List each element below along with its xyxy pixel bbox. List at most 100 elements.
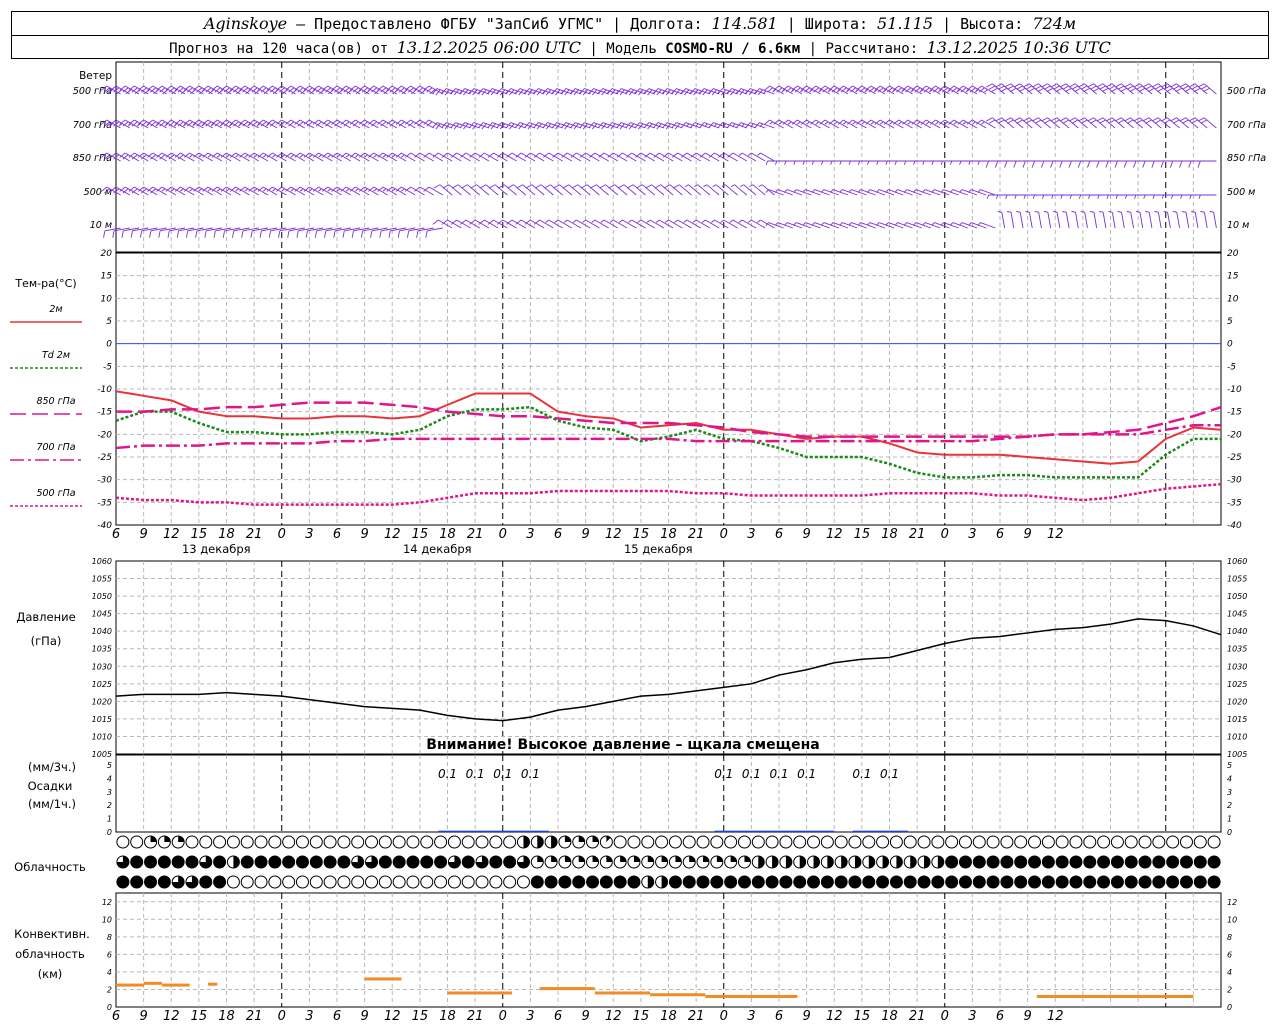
cloud-symbol-2-19 bbox=[378, 875, 392, 889]
cloud-symbol-1-56 bbox=[889, 855, 903, 869]
cloud-symbol-1-57 bbox=[903, 855, 917, 869]
temp-y-tick-right--30: -30 bbox=[1227, 476, 1242, 486]
conv-x-tick-57: 15 bbox=[633, 1009, 650, 1024]
cloud-symbol-0-46 bbox=[751, 835, 765, 849]
cloud-symbol-1-50 bbox=[807, 855, 821, 869]
cloud-symbol-1-38 bbox=[641, 855, 655, 869]
wind-barb-1-107 bbox=[1087, 117, 1107, 129]
pressure-y-tick-right-1030: 1030 bbox=[1227, 662, 1247, 671]
cloud-symbol-0-52 bbox=[834, 835, 848, 849]
conv-x-tick-45: 3 bbox=[526, 1009, 534, 1024]
cloud-symbol-2-75 bbox=[1152, 875, 1166, 889]
precip-title: Осадки bbox=[28, 779, 73, 793]
cloud-symbol-1-29 bbox=[516, 855, 530, 869]
wind-barb-2-78 bbox=[821, 160, 839, 165]
wind-level-label-right-2: 850 гПа bbox=[1227, 153, 1266, 164]
pressure-y-tick-right-1025: 1025 bbox=[1227, 680, 1247, 689]
wind-barb-4-34 bbox=[416, 227, 434, 238]
cloud-symbol-1-40 bbox=[668, 855, 682, 869]
cloud-symbol-0-25 bbox=[461, 835, 475, 849]
temp-y-tick-right--25: -25 bbox=[1227, 453, 1242, 463]
conv-x-tick-81: 15 bbox=[854, 1009, 871, 1024]
pressure-y-tick-left-1025: 1025 bbox=[92, 680, 112, 689]
wind-barb-4-117 bbox=[1191, 211, 1199, 229]
precip-ylabel-bottom: (мм/1ч.) bbox=[28, 797, 76, 811]
cloud-symbol-2-3 bbox=[157, 875, 171, 889]
cloud-symbol-0-37 bbox=[627, 835, 641, 849]
pressure-y-tick-right-1005: 1005 bbox=[1227, 750, 1247, 759]
cloud-symbol-0-57 bbox=[903, 835, 917, 849]
cloud-symbol-1-41 bbox=[682, 855, 696, 869]
wind-barb-2-95 bbox=[977, 160, 996, 165]
cloud-symbol-1-49 bbox=[793, 855, 807, 869]
cloud-symbol-0-18 bbox=[365, 835, 379, 849]
cloud-symbol-0-30 bbox=[530, 835, 544, 849]
wind-barb-4-1 bbox=[112, 227, 130, 238]
wind-barb-1-106 bbox=[1078, 117, 1097, 129]
cloud-symbol-1-48 bbox=[779, 855, 793, 869]
conv-y-tick-left-10: 10 bbox=[102, 915, 112, 924]
wind-barb-4-8 bbox=[176, 227, 195, 238]
wind-barb-4-21 bbox=[296, 227, 315, 238]
wind-barb-3-114 bbox=[1152, 194, 1171, 199]
wind-barb-2-83 bbox=[867, 160, 885, 165]
wind-barb-0-106 bbox=[1078, 83, 1097, 95]
cloud-symbol-1-45 bbox=[737, 855, 751, 869]
cloud-symbol-1-63 bbox=[986, 855, 1000, 869]
temp-legend-label-4: 500 гПа bbox=[36, 488, 75, 499]
pressure-y-tick-left-1060: 1060 bbox=[92, 557, 112, 566]
wind-barb-4-13 bbox=[222, 227, 241, 238]
wind-barb-0-104 bbox=[1059, 83, 1079, 95]
temp-x-tick-42: 0 bbox=[499, 527, 507, 542]
wind-barb-1-97 bbox=[995, 117, 1015, 129]
temp-x-tick-30: 12 bbox=[384, 527, 401, 542]
temp-date-label-0: 13 декабря bbox=[182, 542, 251, 556]
conv-x-tick-63: 21 bbox=[688, 1009, 705, 1024]
wind-barb-2-85 bbox=[885, 160, 904, 165]
cloud-symbol-0-20 bbox=[392, 835, 406, 849]
precip-y-tick-right-5: 5 bbox=[1227, 761, 1232, 770]
conv-ylabel: (км) bbox=[38, 967, 63, 981]
cloud-symbol-0-13 bbox=[295, 835, 309, 849]
cloud-symbol-2-31 bbox=[544, 875, 558, 889]
cloud-symbol-1-69 bbox=[1069, 855, 1083, 869]
pressure-y-tick-left-1015: 1015 bbox=[92, 715, 112, 724]
conv-title-line-1: Конвективн. bbox=[14, 927, 90, 941]
wind-barb-3-107 bbox=[1088, 194, 1106, 199]
temp-y-tick-left--20: -20 bbox=[97, 430, 112, 440]
wind-barb-4-102 bbox=[1053, 211, 1061, 229]
temp-y-tick-right-15: 15 bbox=[1227, 272, 1239, 282]
cloud-symbol-1-64 bbox=[1000, 855, 1014, 869]
temp-y-tick-right--5: -5 bbox=[1227, 362, 1236, 372]
wind-barb-4-31 bbox=[388, 227, 407, 238]
cloud-symbol-1-72 bbox=[1110, 855, 1124, 869]
precip-y-tick-left-3: 3 bbox=[107, 788, 112, 797]
wind-barb-0-118 bbox=[1188, 83, 1208, 95]
cloud-symbol-1-52 bbox=[834, 855, 848, 869]
cloud-symbol-2-0 bbox=[116, 875, 130, 889]
conv-x-tick-90: 0 bbox=[941, 1009, 949, 1024]
wind-barb-2-94 bbox=[968, 160, 987, 165]
wind-barb-2-91 bbox=[940, 160, 959, 165]
wind-barb-4-19 bbox=[278, 227, 296, 238]
wind-barb-1-100 bbox=[1022, 117, 1042, 129]
cloud-symbol-0-78 bbox=[1193, 835, 1207, 849]
temp-x-tick-48: 6 bbox=[554, 527, 562, 542]
precip-ylabel-top: (мм/3ч.) bbox=[28, 760, 76, 774]
wind-barb-2-71 bbox=[757, 152, 775, 162]
wind-barb-4-95 bbox=[977, 222, 996, 229]
pressure-y-tick-left-1055: 1055 bbox=[92, 575, 112, 584]
cloud-symbol-2-36 bbox=[613, 875, 627, 889]
cloud-symbol-0-36 bbox=[613, 835, 627, 849]
wind-barb-1-114 bbox=[1151, 117, 1171, 129]
pressure-y-tick-left-1030: 1030 bbox=[92, 662, 112, 671]
temp-y-tick-right-10: 10 bbox=[1227, 294, 1239, 304]
temp-y-tick-left--30: -30 bbox=[97, 476, 112, 486]
cloud-symbol-1-16 bbox=[337, 855, 351, 869]
precip-label-2: 0.1 bbox=[493, 767, 512, 781]
cloud-symbol-2-20 bbox=[392, 875, 406, 889]
wind-barb-4-27 bbox=[351, 227, 370, 238]
cloud-symbol-0-58 bbox=[917, 835, 931, 849]
cloud-symbol-1-22 bbox=[420, 855, 434, 869]
cloud-symbol-1-27 bbox=[489, 855, 503, 869]
